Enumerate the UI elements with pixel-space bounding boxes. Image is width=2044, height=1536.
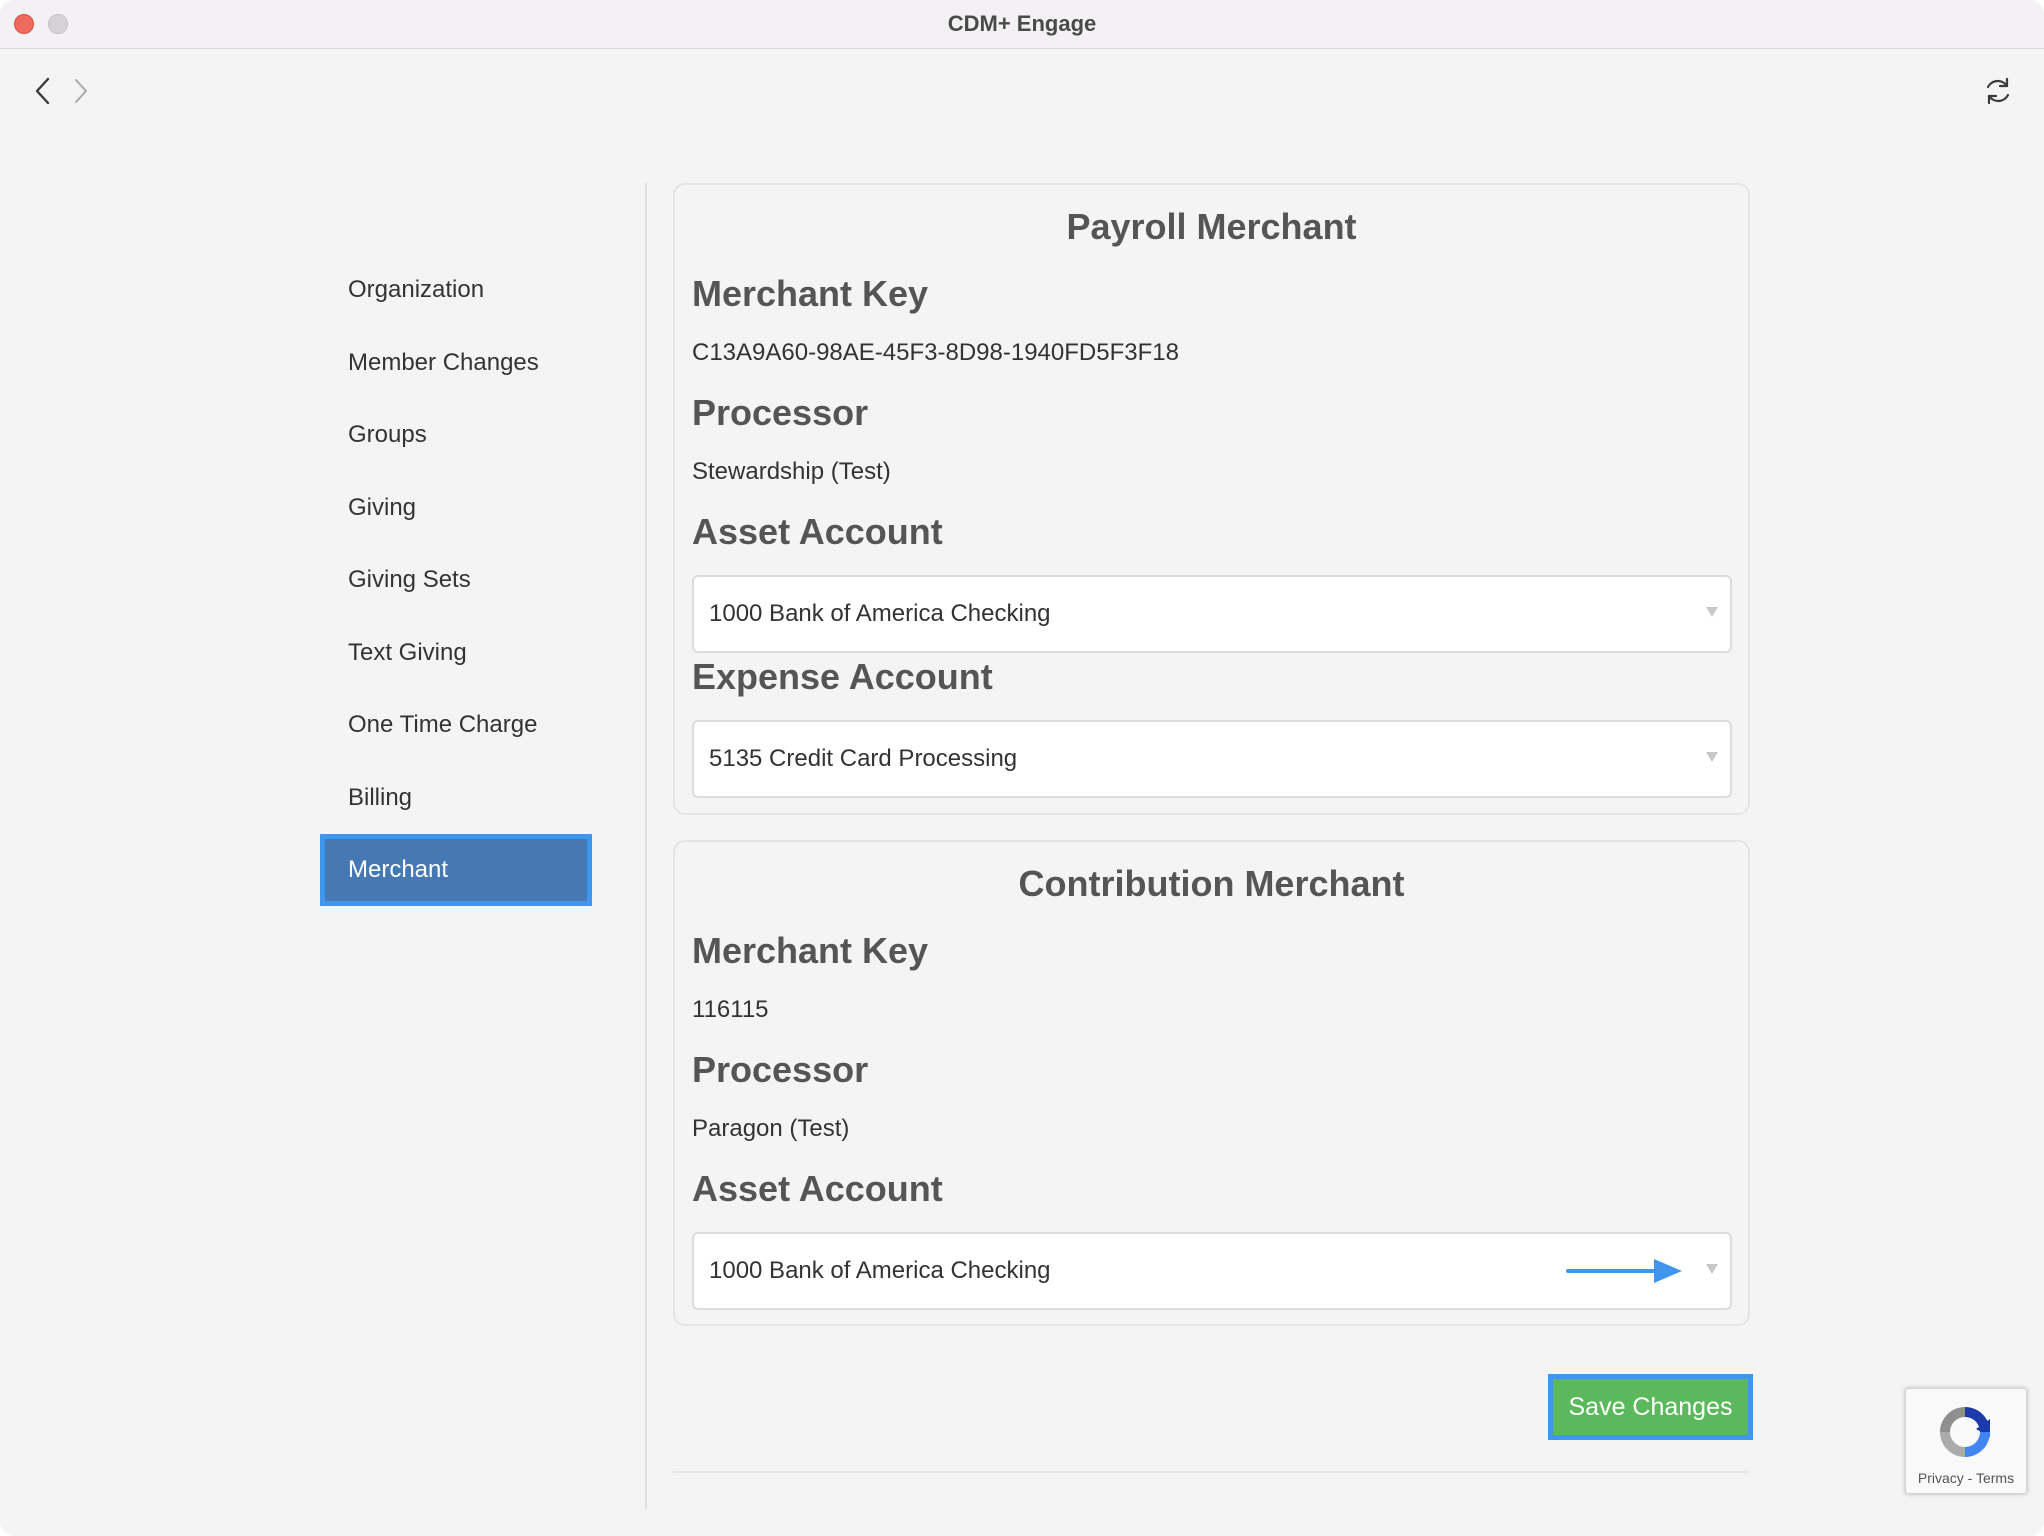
window-title: CDM+ Engage — [947, 11, 1097, 36]
back-button[interactable] — [26, 73, 62, 109]
payroll-expense-account-value: 5135 Credit Card Processing — [709, 745, 1018, 772]
payroll-merchant-key-value: C13A9A60-98AE-45F3-8D98-1940FD5F3F18 — [692, 339, 1179, 366]
content-divider — [673, 1471, 1750, 1473]
payroll-asset-account-select[interactable]: 1000 Bank of America Checking — [692, 575, 1732, 653]
back-icon — [35, 77, 50, 105]
toolbar — [0, 49, 2044, 129]
sidebar-item-groups[interactable]: Groups — [320, 399, 592, 472]
contribution-processor-label: Processor — [692, 1049, 869, 1090]
sidebar-item-merchant[interactable]: Merchant — [320, 834, 592, 906]
recaptcha-links: Privacy - Terms — [1906, 1470, 2026, 1486]
payroll-merchant-key-label: Merchant Key — [692, 273, 929, 314]
contribution-asset-account-value: 1000 Bank of America Checking — [709, 1257, 1051, 1284]
forward-button[interactable] — [62, 73, 98, 109]
contribution-merchant-key-label: Merchant Key — [692, 930, 929, 971]
payroll-processor-label: Processor — [692, 392, 869, 433]
recaptcha-icon — [1940, 1407, 1990, 1457]
contribution-asset-account-select[interactable]: 1000 Bank of America Checking — [692, 1232, 1732, 1310]
payroll-expense-account-label: Expense Account — [692, 656, 993, 697]
contribution-merchant-key-value: 116115 — [692, 996, 769, 1023]
app-window: CDM+ Engage Organization Member Changes … — [0, 0, 2044, 1536]
sidebar-item-billing[interactable]: Billing — [320, 762, 592, 835]
title-bar: CDM+ Engage — [0, 0, 2044, 49]
chevron-down-icon — [1706, 752, 1718, 762]
contribution-processor-value: Paragon (Test) — [692, 1115, 850, 1142]
sidebar-divider — [645, 183, 647, 1509]
recaptcha-privacy-link[interactable]: Privacy — [1918, 1470, 1964, 1486]
chevron-down-icon — [1706, 1264, 1718, 1274]
refresh-button[interactable] — [1980, 73, 2016, 109]
payroll-asset-account-label: Asset Account — [692, 511, 943, 552]
contribution-asset-account-label: Asset Account — [692, 1168, 943, 1209]
sidebar-item-giving[interactable]: Giving — [320, 472, 592, 545]
contribution-merchant-card: Contribution Merchant Merchant Key 11611… — [673, 840, 1750, 1326]
chevron-down-icon — [1706, 607, 1718, 617]
payroll-merchant-card: Payroll Merchant Merchant Key C13A9A60-9… — [673, 183, 1750, 815]
payroll-processor-value: Stewardship (Test) — [692, 458, 891, 485]
recaptcha-terms-link[interactable]: Terms — [1976, 1470, 2014, 1486]
sidebar-item-one-time-charge[interactable]: One Time Charge — [320, 689, 592, 762]
recaptcha-badge: Privacy - Terms — [1905, 1388, 2027, 1494]
refresh-icon — [1986, 77, 2010, 105]
payroll-asset-account-value: 1000 Bank of America Checking — [709, 600, 1051, 627]
payroll-expense-account-select[interactable]: 5135 Credit Card Processing — [692, 720, 1732, 798]
sidebar-item-giving-sets[interactable]: Giving Sets — [320, 544, 592, 617]
arrow-right-icon — [1566, 1259, 1682, 1283]
sidebar-item-organization[interactable]: Organization — [320, 254, 592, 327]
forward-icon — [75, 79, 87, 103]
payroll-merchant-title: Payroll Merchant — [1066, 206, 1357, 247]
settings-sidebar: Organization Member Changes Groups Givin… — [320, 254, 592, 906]
contribution-merchant-title: Contribution Merchant — [1018, 863, 1405, 904]
recaptcha-separator: - — [1963, 1470, 1976, 1486]
sidebar-item-member-changes[interactable]: Member Changes — [320, 327, 592, 400]
sidebar-item-text-giving[interactable]: Text Giving — [320, 617, 592, 690]
save-changes-button[interactable]: Save Changes — [1548, 1374, 1753, 1440]
